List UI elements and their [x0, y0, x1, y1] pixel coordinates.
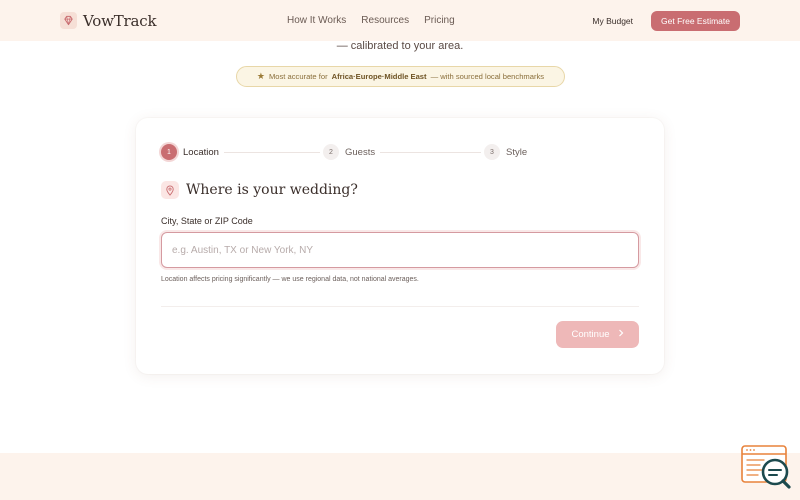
location-input[interactable] — [161, 232, 639, 268]
hero-subhead: — calibrated to your area. — [336, 40, 464, 52]
step-location: 1 Location — [161, 144, 219, 160]
my-budget-link[interactable]: My Budget — [592, 16, 633, 26]
map-pin-icon — [161, 181, 179, 199]
chevron-right-icon — [618, 329, 624, 340]
nav-link-resources[interactable]: Resources — [361, 15, 409, 26]
nav-link-how-it-works[interactable]: How It Works — [287, 15, 346, 26]
step-connector — [380, 152, 481, 153]
location-field-label: City, State or ZIP Code — [161, 216, 253, 226]
top-navbar: VowTrack How It Works Resources Pricing … — [0, 0, 800, 41]
footer-band — [0, 453, 800, 500]
estimate-form-card: 1 Location 2 Guests 3 Style Where is you… — [136, 118, 664, 374]
accuracy-suffix: — with sourced local benchmarks — [430, 72, 545, 81]
chat-search-icon[interactable] — [740, 444, 792, 490]
brand-logo[interactable]: VowTrack — [60, 11, 157, 30]
question-heading: Where is your wedding? — [161, 181, 358, 199]
star-icon: ★ — [256, 71, 265, 81]
step-label: Guests — [345, 146, 376, 158]
accuracy-prefix: Most accurate for — [268, 72, 328, 81]
brand-name: VowTrack — [83, 11, 157, 30]
main-nav: How It Works Resources Pricing — [287, 0, 455, 41]
continue-button[interactable]: Continue — [556, 321, 639, 348]
nav-actions: My Budget Get Free Estimate — [592, 0, 740, 41]
step-number: 3 — [484, 144, 500, 160]
nav-link-pricing[interactable]: Pricing — [424, 15, 455, 26]
question-text: Where is your wedding? — [186, 182, 358, 198]
step-guests: 2 Guests — [323, 144, 375, 160]
step-number: 1 — [161, 144, 177, 160]
step-label: Style — [506, 146, 528, 158]
step-label: Location — [183, 146, 219, 158]
location-hint: Location affects pricing significantly —… — [161, 276, 419, 283]
accuracy-badge: ★ Most accurate for Africa·Europe·Middle… — [236, 66, 565, 87]
continue-label: Continue — [571, 329, 610, 340]
accuracy-regions: Africa·Europe·Middle East — [331, 72, 427, 81]
step-connector — [224, 152, 320, 153]
step-style: 3 Style — [484, 144, 527, 160]
step-number: 2 — [323, 144, 339, 160]
diamond-icon — [60, 12, 77, 29]
form-divider — [161, 306, 639, 307]
get-free-estimate-button[interactable]: Get Free Estimate — [651, 10, 740, 31]
